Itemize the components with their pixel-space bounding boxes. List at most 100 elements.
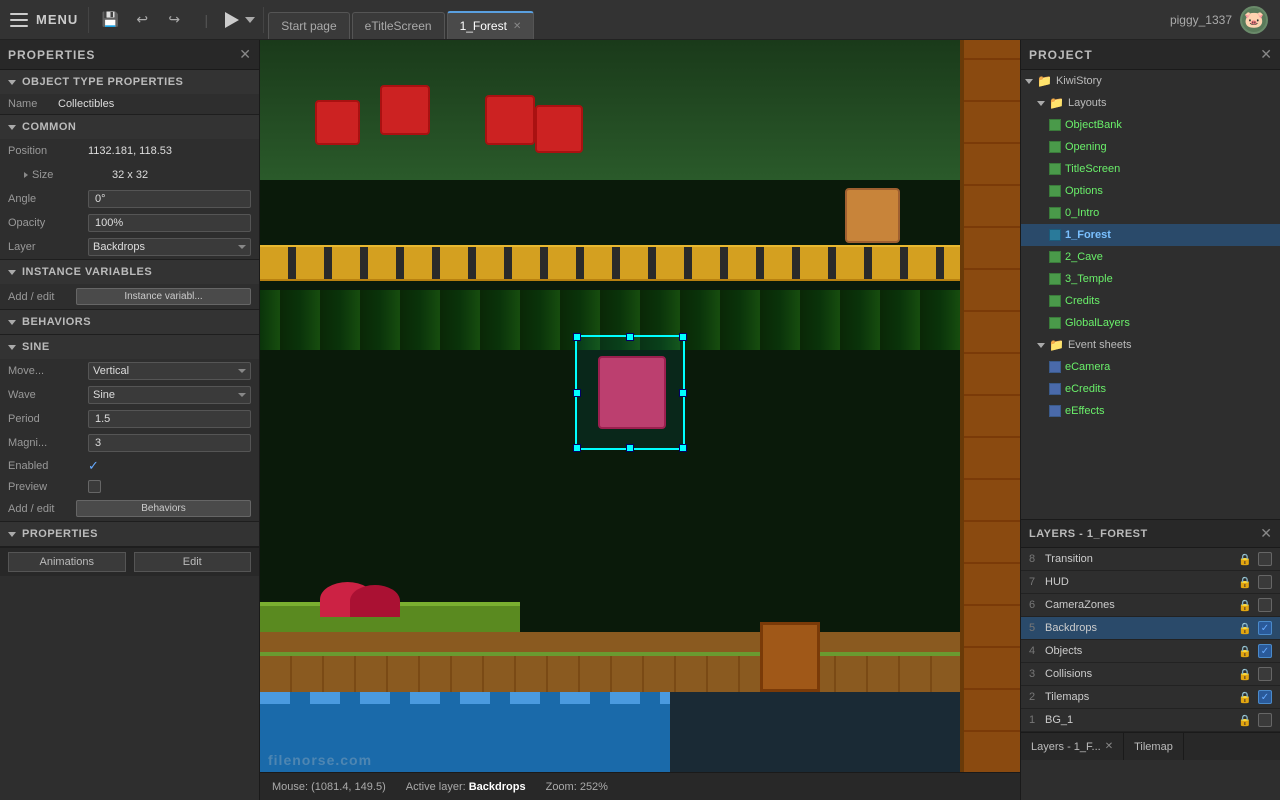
behaviors-button[interactable]: Behaviors (76, 500, 251, 517)
layer-name-objects: Objects (1045, 645, 1238, 657)
layer-row-6[interactable]: 6 CameraZones 🔒 (1021, 594, 1280, 617)
save-button[interactable]: 💾 (97, 7, 123, 33)
layer-select[interactable]: Backdrops (88, 238, 251, 256)
bottom-tab-layers-label: Layers - 1_F... (1031, 741, 1101, 753)
layer-vis-2[interactable]: ✓ (1258, 690, 1272, 704)
avatar[interactable]: 🐷 (1240, 6, 1268, 34)
project-close-icon[interactable]: ✕ (1260, 46, 1272, 63)
tree-layout-globallayers[interactable]: GlobalLayers (1021, 312, 1280, 334)
layer-row-3[interactable]: 3 Collisions 🔒 (1021, 663, 1280, 686)
tree-layout-3temple[interactable]: 3_Temple (1021, 268, 1280, 290)
tree-layout-credits[interactable]: Credits (1021, 290, 1280, 312)
layer-vis-5[interactable]: ✓ (1258, 621, 1272, 635)
tree-layout-0intro[interactable]: 0_Intro (1021, 202, 1280, 224)
menu-label[interactable]: MENU (36, 12, 78, 27)
layer-lock-icon-8: 🔒 (1238, 553, 1252, 566)
main-ground (260, 652, 1020, 692)
top-bar: MENU 💾 ↩ ↪ | Start page eTitleScreen 1_F… (0, 0, 1280, 40)
common-header[interactable]: COMMON (0, 115, 259, 139)
opacity-value[interactable]: 100% (88, 214, 251, 232)
layer-vis-4[interactable]: ✓ (1258, 644, 1272, 658)
preview-checkbox[interactable] (88, 480, 101, 493)
bottom-tab-layers[interactable]: Layers - 1_F... ✕ (1021, 733, 1124, 760)
right-panel: PROJECT ✕ 📁 KiwiStory 📁 Layouts ObjectBa… (1020, 40, 1280, 800)
wave-select[interactable]: Sine (88, 386, 251, 404)
tab-etitlescreen[interactable]: eTitleScreen (352, 12, 445, 39)
bottom-tab-close-icon[interactable]: ✕ (1105, 741, 1113, 752)
layer-num-7: 7 (1029, 576, 1045, 588)
redo-button[interactable]: ↪ (161, 7, 187, 33)
tree-root[interactable]: 📁 KiwiStory (1021, 70, 1280, 92)
layout-icon (1049, 273, 1061, 285)
project-header: PROJECT ✕ (1021, 40, 1280, 70)
layer-row-5[interactable]: 5 Backdrops 🔒 ✓ (1021, 617, 1280, 640)
common-title: COMMON (22, 121, 76, 133)
object-type-header[interactable]: OBJECT TYPE PROPERTIES (0, 70, 259, 94)
play-button[interactable] (225, 12, 255, 28)
layer-num-1: 1 (1029, 714, 1045, 726)
layer-vis-1[interactable] (1258, 713, 1272, 727)
undo-button[interactable]: ↩ (129, 7, 155, 33)
canvas-area[interactable]: filenorse.com Mouse: (1081.4, 149.5) Act… (260, 40, 1020, 800)
tree-layout-titlescreen[interactable]: TitleScreen (1021, 158, 1280, 180)
layout-icon (1049, 295, 1061, 307)
layer-row-4[interactable]: 4 Objects 🔒 ✓ (1021, 640, 1280, 663)
layers-close-icon[interactable]: ✕ (1260, 525, 1272, 542)
enabled-checkmark-icon[interactable]: ✓ (88, 458, 99, 474)
layer-vis-7[interactable] (1258, 575, 1272, 589)
layout-globallayers-label: GlobalLayers (1065, 317, 1130, 329)
properties-sub-section: PROPERTIES (0, 522, 259, 547)
layer-row-7[interactable]: 7 HUD 🔒 (1021, 571, 1280, 594)
bottom-tab-tilemap[interactable]: Tilemap (1124, 733, 1184, 760)
wood-box (760, 622, 820, 692)
name-label: Name (8, 98, 58, 110)
tree-event-eeffects[interactable]: eEffects (1021, 400, 1280, 422)
layer-name-backdrops: Backdrops (1045, 622, 1238, 634)
layer-row-2[interactable]: 2 Tilemaps 🔒 ✓ (1021, 686, 1280, 709)
user-area: piggy_1337 🐷 (1170, 6, 1280, 34)
tree-layout-options[interactable]: Options (1021, 180, 1280, 202)
bird-character (845, 188, 900, 243)
layer-vis-3[interactable] (1258, 667, 1272, 681)
layer-vis-8[interactable] (1258, 552, 1272, 566)
tree-layout-1forest[interactable]: 1_Forest (1021, 224, 1280, 246)
tab-1forest[interactable]: 1_Forest ✕ (447, 11, 535, 39)
creature-4 (535, 105, 583, 153)
tree-layouts-folder[interactable]: 📁 Layouts (1021, 92, 1280, 114)
angle-value[interactable]: 0° (88, 190, 251, 208)
properties-close-icon[interactable]: ✕ (239, 46, 251, 63)
layer-num-5: 5 (1029, 622, 1045, 634)
magni-value[interactable]: 3 (88, 434, 251, 452)
menu-icon[interactable] (10, 13, 28, 27)
move-select[interactable]: Vertical (88, 362, 251, 380)
layer-row-8[interactable]: 8 Transition 🔒 (1021, 548, 1280, 571)
layer-name-hud: HUD (1045, 576, 1238, 588)
water-wave-decoration (260, 692, 670, 704)
layout-icon (1049, 185, 1061, 197)
behaviors-header[interactable]: BEHAVIORS (0, 310, 259, 334)
move-label: Move... (8, 365, 88, 377)
tree-layout-opening[interactable]: Opening (1021, 136, 1280, 158)
edit-button[interactable]: Edit (134, 552, 252, 572)
layer-vis-6[interactable] (1258, 598, 1272, 612)
sine-header[interactable]: SINE (0, 335, 259, 359)
layer-select-value: Backdrops (93, 241, 145, 253)
animations-button[interactable]: Animations (8, 552, 126, 572)
instance-var-button[interactable]: Instance variabl... (76, 288, 251, 305)
tab-close-icon[interactable]: ✕ (513, 21, 521, 32)
tab-startpage-label: Start page (281, 19, 336, 33)
properties-sub-header[interactable]: PROPERTIES (0, 522, 259, 546)
tree-event-ecredits[interactable]: eCredits (1021, 378, 1280, 400)
period-value[interactable]: 1.5 (88, 410, 251, 428)
event-sheets-folder-label: Event sheets (1068, 339, 1132, 351)
layer-row-1[interactable]: 1 BG_1 🔒 (1021, 709, 1280, 732)
tab-startpage[interactable]: Start page (268, 12, 349, 39)
tree-layout-2cave[interactable]: 2_Cave (1021, 246, 1280, 268)
tree-layout-objectbank[interactable]: ObjectBank (1021, 114, 1280, 136)
layout-icon (1049, 163, 1061, 175)
tree-event-sheets-folder[interactable]: 📁 Event sheets (1021, 334, 1280, 356)
instance-variables-header[interactable]: INSTANCE VARIABLES (0, 260, 259, 284)
event-ecredits-label: eCredits (1065, 383, 1106, 395)
tree-event-ecamera[interactable]: eCamera (1021, 356, 1280, 378)
event-icon (1049, 361, 1061, 373)
